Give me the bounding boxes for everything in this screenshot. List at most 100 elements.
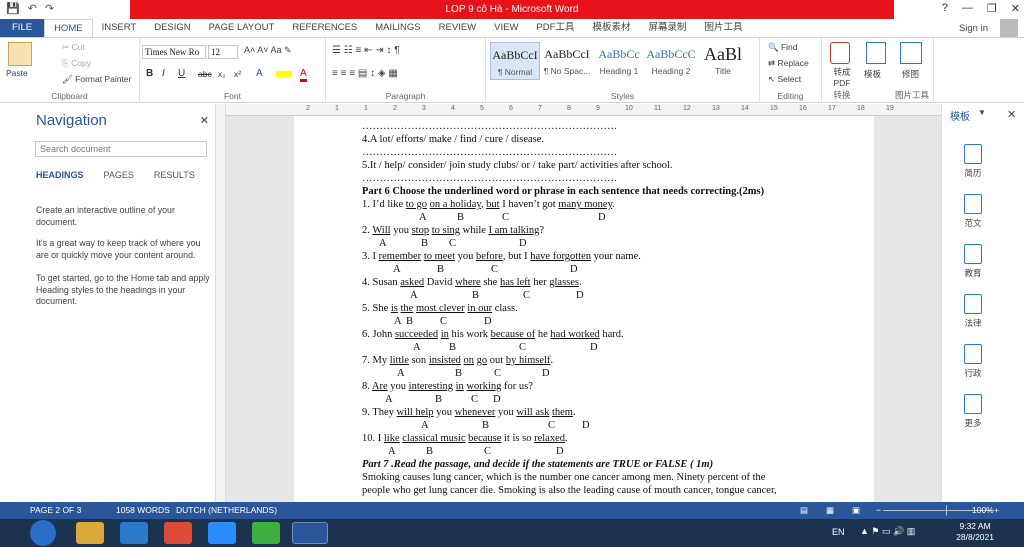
image-icon[interactable] <box>900 42 922 64</box>
redo-icon[interactable]: ↷ <box>45 2 54 15</box>
start-button[interactable] <box>30 520 56 546</box>
word-count[interactable]: 1058 WORDS <box>116 502 170 519</box>
law-item[interactable]: 法律 <box>958 294 988 329</box>
tab-page-layout[interactable]: PAGE LAYOUT <box>200 19 284 37</box>
tab-pdf-tools[interactable]: PDF工具 <box>527 19 583 37</box>
option-letter: A <box>393 264 401 275</box>
tab-home[interactable]: HOME <box>44 19 93 37</box>
repair-button[interactable]: 修图 <box>902 68 919 80</box>
tab-insert[interactable]: INSERT <box>93 19 146 37</box>
clock[interactable]: 9:32 AM 28/8/2021 <box>956 521 994 543</box>
minimize-button[interactable]: — <box>962 2 973 15</box>
ruler-tick-label: 17 <box>828 105 836 112</box>
education-item[interactable]: 教育 <box>958 244 988 279</box>
tab-file[interactable]: FILE <box>0 19 45 37</box>
search-input[interactable]: Search document <box>35 141 207 157</box>
chevron-down-icon[interactable]: ▼ <box>978 108 986 117</box>
web-layout-icon[interactable]: ▣ <box>852 502 860 519</box>
strikethrough-button[interactable]: abc <box>198 69 212 79</box>
save-icon[interactable]: 💾 <box>6 2 20 15</box>
text-effects-button[interactable]: A <box>256 68 263 79</box>
pdf-icon[interactable] <box>830 42 850 64</box>
zoom-level[interactable]: 100% <box>972 502 994 519</box>
close-button[interactable]: ✕ <box>1011 2 1020 15</box>
style-title[interactable]: AaBl Title <box>698 42 748 80</box>
repair-group: 修图 图片工具 <box>890 38 934 103</box>
print-layout-icon[interactable]: ▦ <box>826 502 834 519</box>
style-normal[interactable]: AaBbCcI ¶ Normal <box>490 42 540 80</box>
style-heading-2[interactable]: AaBbCcC Heading 2 <box>646 42 696 80</box>
option-letter: B <box>421 238 429 249</box>
subscript-button[interactable]: x₂ <box>218 69 226 79</box>
close-icon[interactable]: ✕ <box>1007 108 1016 121</box>
tab-design[interactable]: DESIGN <box>145 19 199 37</box>
tab-results[interactable]: RESULTS <box>154 170 195 180</box>
select-button[interactable]: ↖ Select <box>768 74 801 85</box>
status-bar: PAGE 2 OF 3 1058 WORDS DUTCH (NETHERLAND… <box>0 502 1024 519</box>
tab-view[interactable]: VIEW <box>485 19 527 37</box>
template-button[interactable]: 模板 <box>864 68 881 80</box>
template-icon[interactable] <box>866 42 886 64</box>
tab-review[interactable]: REVIEW <box>430 19 485 37</box>
more-item[interactable]: 更多 <box>958 394 988 429</box>
sentence-6: 6. John succeeded in his work because of… <box>362 329 624 340</box>
highlight-icon[interactable] <box>276 71 292 77</box>
copy-button[interactable]: ⎘ Copy <box>62 58 91 69</box>
find-button[interactable]: 🔍 Find <box>768 42 798 53</box>
resume-item[interactable]: 简历 <box>958 144 988 179</box>
tab-mailings[interactable]: MAILINGS <box>366 19 429 37</box>
internet-explorer-icon[interactable] <box>120 522 148 544</box>
chrome-icon[interactable] <box>164 522 192 544</box>
tab-templates[interactable]: 模板素材 <box>583 19 639 37</box>
font-color-button[interactable]: A <box>300 68 307 82</box>
underline-button[interactable]: U <box>178 68 185 79</box>
help-button[interactable]: ? <box>942 2 948 15</box>
tab-screen-record[interactable]: 屏幕录制 <box>639 19 695 37</box>
language[interactable]: DUTCH (NETHERLANDS) <box>176 502 277 519</box>
cut-button[interactable]: ✂ Cut <box>62 42 85 53</box>
font-size-select[interactable]: 12 <box>208 45 238 59</box>
file-explorer-icon[interactable] <box>76 522 104 544</box>
tab-picture-tools[interactable]: 图片工具 <box>695 19 751 37</box>
input-language[interactable]: EN <box>832 527 845 537</box>
option-letter: B <box>457 212 465 223</box>
paste-button[interactable]: Paste <box>6 68 28 78</box>
horizontal-ruler: 2 1 1 2 3 4 5 6 7 8 9 10 11 12 13 14 15 16 17 18 19 <box>226 104 941 116</box>
to-pdf-button[interactable]: 转成PDF <box>826 66 858 88</box>
paste-icon[interactable] <box>8 42 32 66</box>
align-icons[interactable]: ≡ ≡ ≡ ▤ ↕ ◈ ▦ <box>332 68 398 79</box>
ruler-tick-label: 8 <box>567 105 571 112</box>
page-count[interactable]: PAGE 2 OF 3 <box>30 502 81 519</box>
styles-label: Styles <box>610 91 635 101</box>
bold-button[interactable]: B <box>146 68 153 79</box>
tab-pages[interactable]: PAGES <box>104 170 134 180</box>
word-icon[interactable] <box>292 522 328 544</box>
close-pane-icon[interactable]: ✕ <box>200 114 209 127</box>
style-heading-1[interactable]: AaBbCc Heading 1 <box>594 42 644 80</box>
format-painter-button[interactable]: 🖌 Format Painter <box>62 74 131 85</box>
superscript-button[interactable]: x² <box>234 69 241 79</box>
taskbar: EN ▲ ⚑ ▭ 🔊 ▥ 9:32 AM 28/8/2021 <box>0 519 1024 547</box>
font-name-select[interactable]: Times New Ro <box>142 45 206 59</box>
restore-button[interactable]: ❐ <box>987 2 997 15</box>
zoom-icon[interactable] <box>208 522 236 544</box>
grow-font-icon[interactable]: A˄ A˅ Aa ✎ <box>244 45 292 56</box>
italic-button[interactable]: I <box>162 68 165 79</box>
sentence-10: 10. I like classical music because it is… <box>362 433 568 444</box>
avatar[interactable] <box>1000 19 1018 37</box>
undo-icon[interactable]: ↶ <box>28 2 37 15</box>
bullets-icon[interactable]: ☰ ☷ ≡ ⇤ ⇥ ↕ ¶ <box>332 45 400 56</box>
tab-references[interactable]: REFERENCES <box>283 19 366 37</box>
tab-headings[interactable]: HEADINGS <box>36 170 84 180</box>
green-app-icon[interactable] <box>252 522 280 544</box>
sign-in-link[interactable]: Sign in <box>959 23 988 34</box>
read-mode-icon[interactable]: ▤ <box>800 502 808 519</box>
vertical-scrollbar[interactable]: ✕ <box>999 104 1024 502</box>
option-letter: C <box>449 238 457 249</box>
tray-icons[interactable]: ▲ ⚑ ▭ 🔊 ▥ <box>860 526 915 537</box>
sample-item[interactable]: 范文 <box>958 194 988 229</box>
navigation-title: Navigation <box>36 112 107 129</box>
admin-item[interactable]: 行政 <box>958 344 988 379</box>
replace-button[interactable]: ⇄ Replace <box>768 58 809 69</box>
style-no-spacing[interactable]: AaBbCcI ¶ No Spac... <box>542 42 592 80</box>
